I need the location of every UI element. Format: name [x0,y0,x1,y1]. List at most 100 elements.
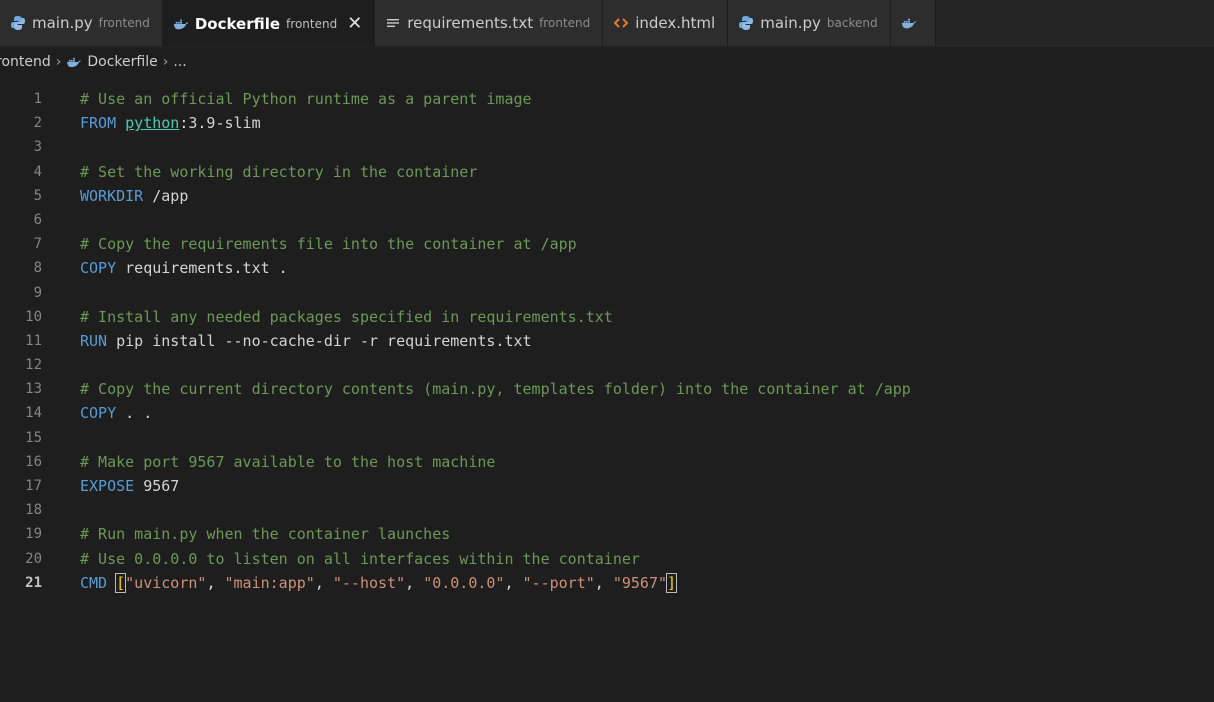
tab-description: frontend [98,16,150,30]
tab-label: main.py [760,14,821,32]
code-text: # Run main.py when the container launche… [80,522,450,546]
breadcrumb-file-label: Dockerfile [87,54,158,70]
code-text: # Make port 9567 available to the host m… [80,450,495,474]
code-token-string: "--host" [332,573,406,592]
close-icon[interactable]: ✕ [347,14,362,33]
tab-description: frontend [539,16,591,30]
tab-description: backend [826,16,878,30]
code-line[interactable]: 21 CMD ["uvicorn", "main:app", "--host", … [0,571,1214,595]
code-token-text: , [594,573,613,592]
code-token-keyword: WORKDIR [80,186,153,205]
tab-label: requirements.txt [407,14,534,32]
code-editor[interactable]: 1 # Use an official Python runtime as a p… [0,87,1214,677]
code-text: # Use 0.0.0.0 to listen on all interface… [80,547,640,571]
code-line[interactable]: 2 FROM python:3.9-slim [0,111,1214,135]
breadcrumb-folder[interactable]: rontend [0,54,51,70]
code-line[interactable]: 4 # Set the working directory in the cont… [0,160,1214,184]
code-token-keyword: COPY [80,404,126,423]
code-text: COPY requirements.txt . [80,256,288,280]
code-line[interactable]: 12 [0,353,1214,377]
code-line[interactable]: 19 # Run main.py when the container launc… [0,522,1214,546]
line-number: 19 [25,526,42,543]
line-number: 12 [25,357,42,374]
chevron-right-icon: › [162,54,169,70]
line-number: 7 [33,236,42,253]
code-line[interactable]: 6 [0,208,1214,232]
line-number: 21 [25,574,42,591]
tab-overflow-docker[interactable] [890,0,936,46]
python-icon [738,15,754,31]
code-token-string: "0.0.0.0" [423,573,505,592]
line-number: 5 [33,187,42,204]
tab-description: frontend [286,16,338,31]
breadcrumb-symbol[interactable]: ... [173,54,186,70]
tab-index-html[interactable]: index.html [603,0,729,46]
code-line[interactable]: 13 # Copy the current directory contents … [0,377,1214,401]
line-number: 16 [25,453,42,470]
code-text: FROM python:3.9-slim [80,111,261,135]
code-line[interactable]: 14 COPY . . [0,401,1214,425]
breadcrumb: rontend › Dockerfile › ... [0,46,1214,78]
code-line[interactable]: 11 RUN pip install --no-cache-dir -r requ… [0,329,1214,353]
line-number: 2 [33,115,42,132]
editor-window: main.py frontend Dockerfile frontend ✕ r… [0,0,1214,702]
line-number: 20 [25,550,42,567]
tab-main-py-frontend[interactable]: main.py frontend [0,0,163,46]
code-text: # Use an official Python runtime as a pa… [80,87,532,111]
code-token-comment: # Copy the current directory contents (m… [80,380,911,399]
code-token-text: , [405,573,424,592]
code-line[interactable]: 7 # Copy the requirements file into the c… [0,232,1214,256]
code-line[interactable]: 9 [0,281,1214,305]
line-number: 6 [33,211,42,228]
code-token-text: pip install --no-cache-dir -r requiremen… [116,331,532,350]
code-text: # Install any needed packages specified … [80,305,613,329]
code-text: WORKDIR /app [80,184,188,208]
code-token-text: , [206,573,225,592]
code-token-string: "main:app" [224,573,315,592]
line-number: 14 [25,405,42,422]
code-token-string: "uvicorn" [125,573,207,592]
code-token-text: , [504,573,523,592]
code-token-bracket: [ [115,572,127,593]
breadcrumb-file[interactable]: Dockerfile [66,54,158,70]
tab-requirements-txt-frontend[interactable]: requirements.txt frontend [375,0,604,46]
tab-dockerfile-frontend[interactable]: Dockerfile frontend ✕ [162,0,376,46]
code-line[interactable]: 10 # Install any needed packages specifie… [0,305,1214,329]
code-token-string: "9567" [612,573,668,592]
code-text: # Set the working directory in the conta… [80,160,477,184]
line-number: 9 [33,284,42,301]
line-number: 10 [25,308,42,325]
code-line[interactable]: 18 [0,498,1214,522]
code-line[interactable]: 1 # Use an official Python runtime as a p… [0,87,1214,111]
code-line[interactable]: 20 # Use 0.0.0.0 to listen on all interfa… [0,547,1214,571]
code-token-comment: # Make port 9567 available to the host m… [80,452,496,471]
html-icon [613,15,629,31]
code-token-comment: # Use 0.0.0.0 to listen on all interface… [80,549,640,568]
code-token-string: "--port" [522,573,595,592]
code-line[interactable]: 15 [0,426,1214,450]
code-token-comment: # Use an official Python runtime as a pa… [80,90,532,108]
code-line[interactable]: 5 WORKDIR /app [0,184,1214,208]
code-token-comment: # Install any needed packages specified … [80,307,613,326]
code-token-comment: # Run main.py when the container launche… [80,525,451,544]
code-token-link: python [125,114,180,133]
code-token-keyword: CMD [80,573,117,592]
code-line[interactable]: 8 COPY requirements.txt . [0,256,1214,280]
tab-label: main.py [32,14,93,32]
code-token-keyword: COPY [80,259,126,278]
code-text: EXPOSE 9567 [80,474,179,498]
code-line[interactable]: 3 [0,135,1214,159]
code-token-text: :3.9-slim [179,114,261,133]
chevron-right-icon: › [55,54,62,70]
code-line[interactable]: 17 EXPOSE 9567 [0,474,1214,498]
line-number: 4 [33,163,42,180]
line-number: 3 [33,139,42,156]
docker-icon [901,15,917,31]
code-token-text: 9567 [143,477,180,495]
tab-main-py-backend[interactable]: main.py backend [728,0,891,46]
line-number: 13 [25,381,42,398]
tab-bar: main.py frontend Dockerfile frontend ✕ r… [0,0,1214,47]
tab-label: index.html [635,14,716,32]
code-line[interactable]: 16 # Make port 9567 available to the host… [0,450,1214,474]
code-token-keyword: RUN [80,331,117,350]
